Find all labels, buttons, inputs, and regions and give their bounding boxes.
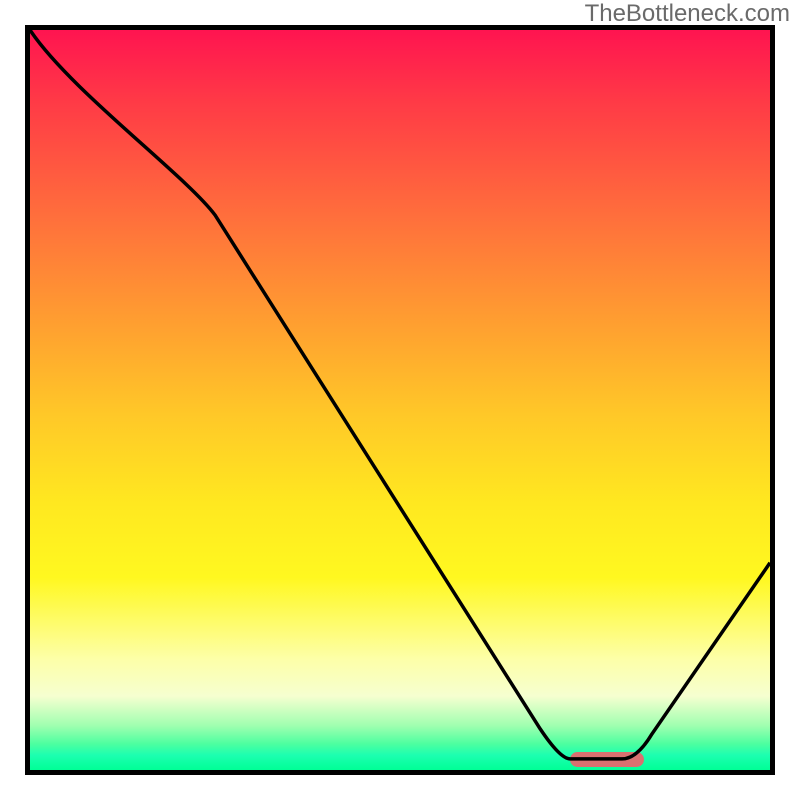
chart-container: TheBottleneck.com	[0, 0, 800, 800]
watermark-text: TheBottleneck.com	[585, 0, 790, 28]
plot-area	[25, 25, 775, 775]
bottleneck-curve	[30, 30, 770, 770]
